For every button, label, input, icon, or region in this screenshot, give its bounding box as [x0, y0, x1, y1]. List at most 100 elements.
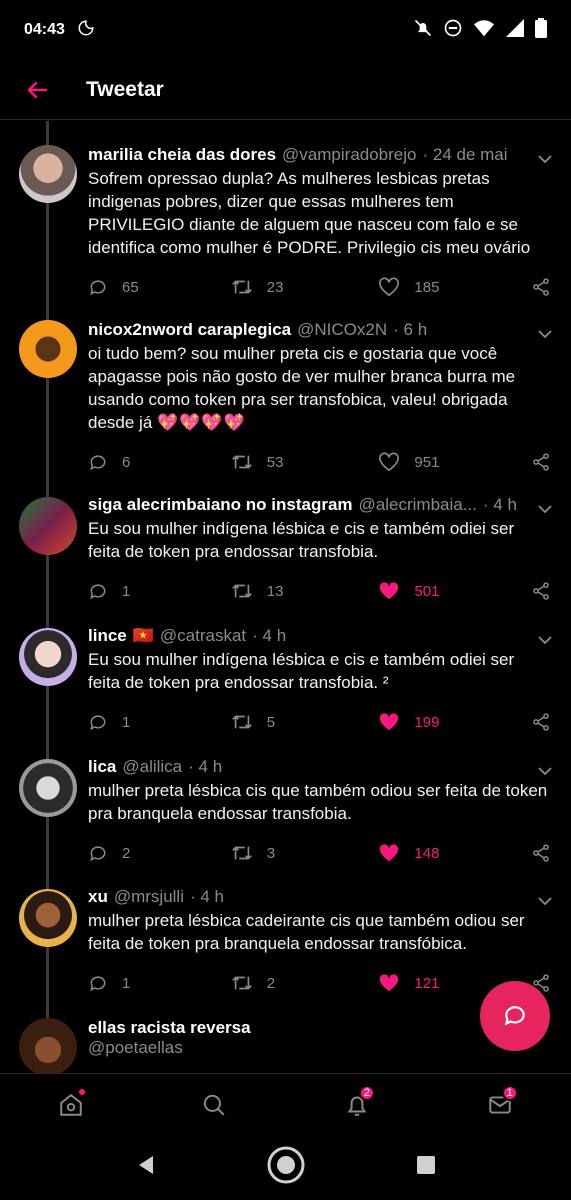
app-header: Tweetar [0, 60, 571, 120]
like-button[interactable]: 501 [378, 581, 531, 601]
retweet-button[interactable]: 13 [231, 581, 379, 601]
display-name[interactable]: marilia cheia das dores [88, 145, 276, 165]
reply-icon [90, 715, 106, 731]
home-icon [60, 1093, 83, 1116]
system-back-button[interactable] [135, 1154, 157, 1181]
nav-home[interactable] [51, 1085, 91, 1125]
status-time: 04:43 [24, 21, 65, 38]
avatar[interactable] [19, 889, 77, 947]
tweet-header: nicox2nword caraplegica @NICOx2N · 6 h [88, 320, 551, 340]
timestamp: · 4 h [252, 626, 287, 645]
display-name[interactable]: xu [88, 887, 108, 907]
nav-notifications[interactable]: 2 [337, 1084, 377, 1125]
like-button[interactable]: 951 [378, 452, 531, 472]
reply-icon [90, 584, 106, 600]
sparkling-heart-emojis: 💖💖💖💖 [157, 413, 246, 432]
nav-search[interactable] [194, 1085, 234, 1125]
reply-button[interactable]: 1 [88, 712, 231, 732]
share-icon [533, 582, 549, 600]
tweet-actions: 1 5 199 [88, 710, 551, 734]
handle[interactable]: @poetaellas [88, 1038, 551, 1058]
share-button[interactable] [531, 277, 551, 297]
notifications-badge: 2 [358, 1084, 375, 1101]
reply-fab-button[interactable] [480, 981, 550, 1051]
nav-messages[interactable]: 1 [480, 1084, 520, 1125]
chevron-down-icon[interactable] [537, 763, 553, 779]
reply-count: 1 [122, 582, 131, 600]
display-name[interactable]: nicox2nword caraplegica [88, 320, 291, 340]
tweet[interactable]: nicox2nword caraplegica @NICOx2N · 6 h o… [0, 320, 571, 474]
like-count: 148 [414, 844, 440, 862]
reply-count: 6 [122, 453, 131, 471]
back-button[interactable] [22, 75, 52, 105]
avatar[interactable] [19, 1018, 77, 1073]
retweet-icon [231, 715, 252, 729]
chevron-down-icon[interactable] [537, 326, 553, 342]
retweet-button[interactable]: 2 [231, 973, 379, 993]
handle[interactable]: @alilica [122, 757, 182, 777]
bell-off-icon [413, 18, 433, 43]
reply-button[interactable]: 1 [88, 581, 231, 601]
display-name[interactable]: siga alecrimbaiano no instagram [88, 495, 353, 515]
heart-filled-icon [380, 582, 399, 600]
share-button[interactable] [531, 452, 551, 472]
tweet[interactable]: siga alecrimbaiano no instagram @alecrim… [0, 495, 571, 603]
retweet-count: 2 [266, 974, 276, 992]
heart-filled-icon [380, 974, 399, 992]
avatar[interactable] [19, 628, 77, 686]
recents-square-icon [416, 1156, 435, 1174]
like-button[interactable]: 185 [378, 277, 531, 297]
retweet-button[interactable]: 53 [231, 452, 379, 472]
retweet-button[interactable]: 23 [231, 277, 379, 297]
tweet[interactable]: marilia cheia das dores @vampiradobrejo … [0, 145, 571, 299]
share-button[interactable] [531, 581, 551, 601]
reply-icon [90, 280, 106, 296]
reply-count: 2 [122, 844, 131, 862]
reply-count: 65 [122, 278, 139, 296]
reply-bubble-icon [504, 1006, 525, 1026]
chevron-down-icon[interactable] [537, 151, 553, 167]
heart-filled-icon [380, 713, 399, 731]
chevron-down-icon[interactable] [537, 893, 553, 909]
handle[interactable]: @vampiradobrejo [282, 145, 416, 165]
like-count: 199 [414, 713, 440, 731]
system-home-button[interactable] [266, 1145, 306, 1190]
display-name[interactable]: lica [88, 757, 116, 777]
tweet-text: mulher preta lésbica cadeirante cis que … [88, 911, 525, 953]
share-button[interactable] [531, 712, 551, 732]
retweet-button[interactable]: 3 [231, 843, 379, 863]
retweet-icon [231, 976, 252, 990]
handle[interactable]: @mrsjulli [114, 887, 184, 907]
handle[interactable]: @NICOx2N [297, 320, 387, 340]
tweet-text: Eu sou mulher indígena lésbica e cis e t… [88, 519, 515, 561]
tweet[interactable]: lince 🇻🇳 @catraskat · 4 h Eu sou mulher … [0, 626, 571, 734]
chevron-down-icon[interactable] [537, 501, 553, 517]
battery-icon [535, 17, 547, 43]
tweet[interactable]: lica @alilica · 4 h mulher preta lésbica… [0, 757, 571, 865]
wifi-icon [473, 18, 495, 43]
display-name[interactable]: lince [88, 626, 127, 646]
tweet-header: lica @alilica · 4 h [88, 757, 551, 777]
like-button[interactable]: 148 [378, 843, 531, 863]
avatar[interactable] [19, 497, 77, 555]
avatar[interactable] [19, 759, 77, 817]
tweet[interactable]: xu @mrsjulli · 4 h mulher preta lésbica … [0, 887, 571, 995]
system-recents-button[interactable] [415, 1154, 437, 1181]
reply-button[interactable]: 2 [88, 843, 231, 863]
search-icon [203, 1094, 225, 1115]
avatar[interactable] [19, 145, 77, 203]
chevron-down-icon[interactable] [537, 632, 553, 648]
avatar[interactable] [19, 320, 77, 378]
display-name[interactable]: ellas racista reversa [88, 1018, 251, 1038]
reply-button[interactable]: 65 [88, 277, 231, 297]
handle[interactable]: @alecrimbaia... [359, 495, 477, 515]
retweet-button[interactable]: 5 [231, 712, 379, 732]
like-button[interactable]: 199 [378, 712, 531, 732]
reply-button[interactable]: 1 [88, 973, 231, 993]
reply-icon [90, 455, 106, 471]
like-count: 501 [414, 582, 440, 600]
tweet-text: oi tudo bem? sou mulher preta cis e gost… [88, 344, 516, 432]
share-button[interactable] [531, 843, 551, 863]
reply-button[interactable]: 6 [88, 452, 231, 472]
handle[interactable]: @catraskat [160, 626, 246, 646]
